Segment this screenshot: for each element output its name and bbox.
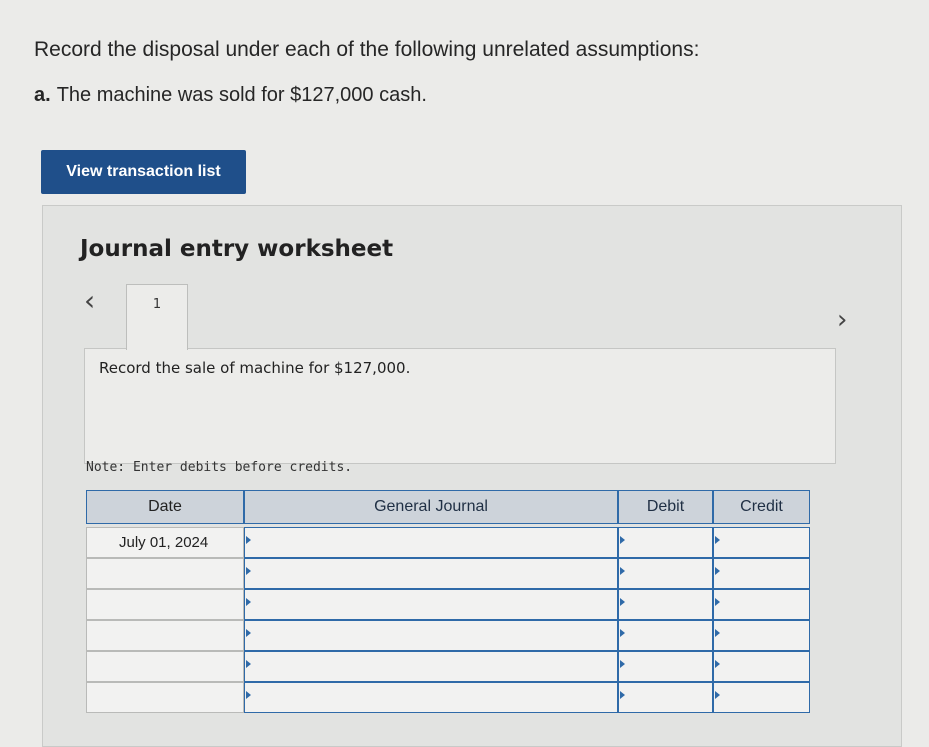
credit-input[interactable]: [713, 620, 810, 651]
account-input[interactable]: [244, 558, 618, 589]
assumption-a: a. The machine was sold for $127,000 cash…: [34, 84, 427, 107]
credit-input[interactable]: [713, 558, 810, 589]
debit-input[interactable]: [618, 682, 713, 713]
date-cell: [86, 620, 244, 651]
prompt-text: Record the sale of machine for $127,000.: [99, 359, 411, 377]
credit-input[interactable]: [713, 651, 810, 682]
account-input[interactable]: [244, 589, 618, 620]
tab-label: 1: [152, 297, 162, 312]
credit-input[interactable]: [713, 527, 810, 558]
header-credit: Credit: [713, 490, 810, 524]
instruction-text: Record the disposal under each of the fo…: [34, 38, 700, 61]
assumption-letter: a.: [34, 84, 51, 106]
debit-input[interactable]: [618, 589, 713, 620]
note-text: Note: Enter debits before credits.: [86, 460, 353, 475]
date-cell: [86, 589, 244, 620]
journal-table: Date General Journal Debit Credit July 0…: [86, 490, 810, 726]
debit-input[interactable]: [618, 651, 713, 682]
debit-input[interactable]: [618, 558, 713, 589]
chevron-right-icon[interactable]: ›: [837, 305, 847, 335]
date-cell: July 01, 2024: [86, 527, 244, 558]
account-input[interactable]: [244, 682, 618, 713]
view-transaction-list-button[interactable]: View transaction list: [41, 150, 246, 194]
date-cell: [86, 558, 244, 589]
account-input[interactable]: [244, 620, 618, 651]
worksheet-title: Journal entry worksheet: [80, 236, 394, 262]
date-cell: [86, 682, 244, 713]
header-general-journal: General Journal: [244, 490, 618, 524]
header-debit: Debit: [618, 490, 713, 524]
account-input[interactable]: [244, 651, 618, 682]
assumption-text: The machine was sold for $127,000 cash.: [56, 84, 427, 106]
header-date: Date: [86, 490, 244, 524]
worksheet-tab-1[interactable]: 1: [126, 284, 188, 350]
chevron-left-icon[interactable]: ‹: [84, 284, 95, 317]
debit-input[interactable]: [618, 527, 713, 558]
credit-input[interactable]: [713, 589, 810, 620]
credit-input[interactable]: [713, 682, 810, 713]
date-cell: [86, 651, 244, 682]
debit-input[interactable]: [618, 620, 713, 651]
account-input[interactable]: [244, 527, 618, 558]
